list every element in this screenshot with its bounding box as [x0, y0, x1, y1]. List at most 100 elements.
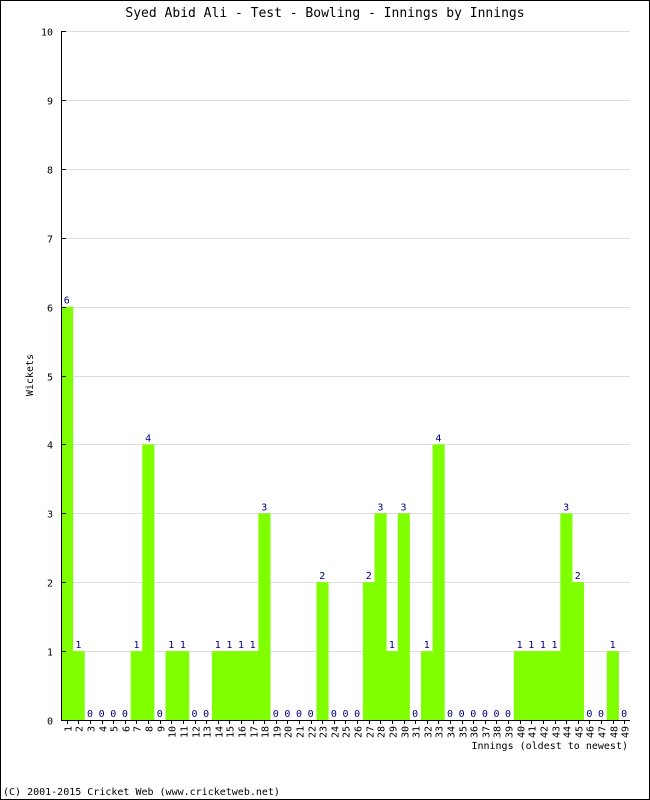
data-label: 0: [447, 709, 453, 720]
bar: [130, 651, 143, 720]
data-label: 0: [157, 709, 163, 720]
bar: [513, 651, 526, 720]
x-tick-label: 2: [75, 726, 86, 732]
data-label: 0: [470, 709, 476, 720]
x-tick-label: 34: [447, 726, 458, 738]
x-tick-label: 37: [482, 726, 493, 738]
data-label: 0: [110, 709, 116, 720]
x-tick-label: 17: [250, 726, 261, 738]
y-axis-label: Wickets: [25, 354, 36, 396]
data-label: 0: [284, 709, 290, 720]
x-tick-label: 36: [470, 726, 481, 738]
x-tick-label: 6: [122, 726, 133, 732]
x-tick-label: 22: [308, 726, 319, 738]
x-tick-label: 43: [552, 726, 563, 738]
y-tick-label: 5: [47, 373, 53, 384]
data-label: 0: [412, 709, 418, 720]
data-label: 1: [389, 640, 395, 651]
y-tick-label: 10: [41, 28, 53, 39]
x-tick-label: 4: [99, 726, 110, 732]
x-tick-label: 24: [331, 726, 342, 738]
data-label: 3: [401, 502, 407, 513]
x-tick-label: 8: [145, 726, 156, 732]
data-label: 0: [296, 709, 302, 720]
data-label: 3: [377, 502, 383, 513]
data-label: 0: [273, 709, 279, 720]
y-tick-label: 6: [47, 304, 53, 315]
data-label: 0: [505, 709, 511, 720]
data-label: 1: [552, 640, 558, 651]
bar: [165, 651, 178, 720]
bar: [525, 651, 538, 720]
data-label: 1: [610, 640, 616, 651]
x-tick-label: 33: [435, 726, 446, 738]
bar: [235, 651, 248, 720]
x-tick-label: 11: [180, 726, 191, 738]
data-label: 1: [215, 640, 221, 651]
bar: [258, 513, 271, 720]
data-label: 0: [192, 709, 198, 720]
x-tick-label: 9: [157, 726, 168, 732]
data-label: 0: [203, 709, 209, 720]
data-label: 0: [354, 709, 360, 720]
x-tick-label: 12: [192, 726, 203, 738]
bar: [142, 444, 155, 720]
data-label: 0: [598, 709, 604, 720]
y-tick-label: 4: [47, 441, 53, 452]
data-label: 1: [238, 640, 244, 651]
data-label: 1: [528, 640, 534, 651]
data-label: 4: [435, 433, 441, 444]
x-tick-label: 38: [493, 726, 504, 738]
bar: [397, 513, 410, 720]
y-tick-label: 3: [47, 510, 53, 521]
x-tick-label: 35: [459, 726, 470, 738]
bar: [362, 582, 376, 720]
data-label: 0: [459, 709, 465, 720]
x-tick-label: 13: [203, 726, 214, 738]
bar: [246, 651, 259, 720]
data-label: 1: [226, 640, 232, 651]
data-label: 0: [99, 709, 105, 720]
x-tick-label: 49: [621, 726, 632, 738]
x-tick-label: 25: [342, 726, 353, 738]
bar: [72, 651, 85, 720]
data-label: 4: [145, 433, 151, 444]
bar: [420, 651, 434, 720]
data-label: 1: [133, 640, 139, 651]
x-tick-label: 39: [505, 726, 516, 738]
data-label: 2: [366, 571, 372, 582]
x-tick-label: 28: [377, 726, 388, 738]
x-tick-label: 27: [366, 726, 377, 738]
data-label: 1: [250, 640, 256, 651]
y-tick-label: 0: [47, 717, 53, 728]
data-label: 0: [482, 709, 488, 720]
y-tick-label: 9: [47, 97, 53, 108]
x-tick-label: 20: [284, 726, 295, 738]
x-tick-label: 44: [563, 726, 574, 738]
x-tick-label: 31: [412, 726, 423, 738]
x-tick-label: 29: [389, 726, 400, 738]
data-label: 1: [540, 640, 546, 651]
footer-copyright: (C) 2001-2015 Cricket Web (www.cricketwe…: [3, 787, 280, 798]
bar: [571, 582, 585, 720]
bar: [177, 651, 190, 720]
data-label: 0: [493, 709, 499, 720]
data-label: 1: [517, 640, 523, 651]
x-tick-label: 18: [261, 726, 272, 738]
y-tick-label: 1: [47, 648, 53, 659]
bar: [548, 651, 561, 720]
data-label: 0: [586, 709, 592, 720]
bar-chart: Syed Abid Ali - Test - Bowling - Innings…: [3, 6, 632, 798]
bar: [316, 582, 329, 720]
data-label: 6: [64, 296, 70, 307]
x-tick-label: 46: [586, 726, 597, 738]
x-tick-label: 7: [133, 726, 144, 732]
x-tick-label: 40: [517, 726, 528, 738]
x-tick-label: 5: [110, 726, 121, 732]
bar: [211, 651, 225, 720]
x-axis-label: Innings (oldest to newest): [471, 741, 628, 752]
y-tick-label: 2: [47, 579, 53, 590]
x-tick-label: 48: [610, 726, 621, 738]
data-label: 3: [261, 502, 267, 513]
data-label: 0: [122, 709, 128, 720]
